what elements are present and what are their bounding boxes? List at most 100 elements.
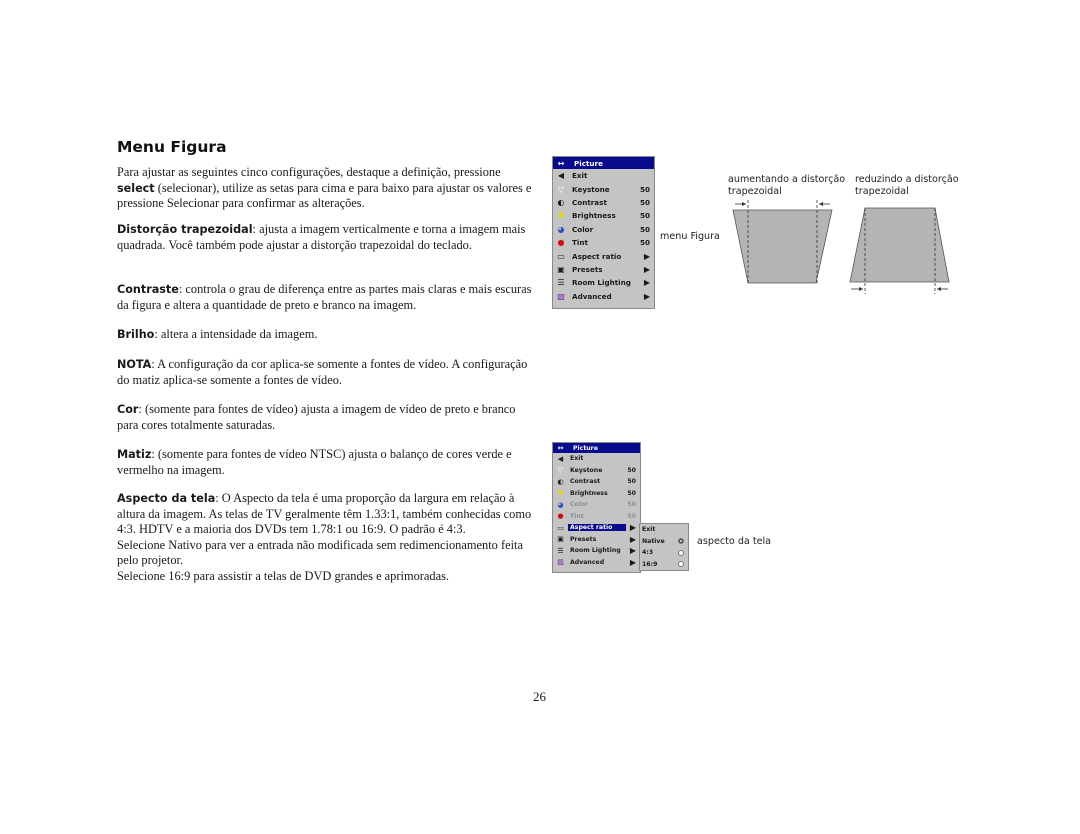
select-term: select xyxy=(117,181,155,195)
keystone-icon: ▽ xyxy=(557,466,564,475)
menu-item-exit[interactable]: ◀ Exit xyxy=(553,169,654,182)
page-number: 26 xyxy=(533,689,546,704)
presets-icon: ▣ xyxy=(557,535,564,544)
menu-item-room-lighting[interactable]: ☰ Room Lighting ▶ xyxy=(553,276,654,289)
radio-icon[interactable] xyxy=(678,549,684,556)
submenu-arrow-icon: ▶ xyxy=(629,557,636,567)
menu-item-label: Presets xyxy=(570,535,597,543)
menu-item-value: 50 xyxy=(639,184,650,194)
caption-line: reduzindo a distorção xyxy=(855,174,959,185)
menu-item-color[interactable]: ◕ Color 50 xyxy=(553,223,654,236)
contrast-term: Contraste xyxy=(117,283,179,296)
submenu-item-16-9[interactable]: 16:9 xyxy=(640,559,688,571)
presets-icon: ▣ xyxy=(557,264,565,274)
menu-item-label: Keystone xyxy=(570,466,603,474)
menu-item-label: Tint xyxy=(572,238,588,248)
menu-header: ↔ Picture xyxy=(553,157,654,169)
brightness-paragraph: Brilho: altera a intensidade da imagem. xyxy=(117,327,532,343)
aspect-term: Aspecto da tela xyxy=(117,492,216,505)
intro-text: Para ajustar as seguintes cinco configur… xyxy=(117,165,501,179)
keystone-paragraph: Distorção trapezoidal: ajusta a imagem v… xyxy=(117,222,532,253)
menu-item-contrast[interactable]: ◐ Contrast 50 xyxy=(553,476,640,488)
picture-menu-aspect: ↔ Picture ◀ Exit ▽ Keystone 50 ◐ Contrast 50 … xyxy=(552,442,641,573)
decrease-keystone-diagram xyxy=(849,207,950,294)
menu-item-color[interactable]: ◕ Color 50 xyxy=(553,499,640,511)
menu-item-label: Brightness xyxy=(572,211,616,221)
back-arrow-icon: ◀ xyxy=(557,171,565,181)
brightness-text: : altera a intensidade da imagem. xyxy=(154,327,318,341)
menu-item-tint[interactable]: ● Tint 50 xyxy=(553,511,640,523)
menu-item-room-lighting[interactable]: ☰ Room Lighting ▶ xyxy=(553,545,640,557)
aspect-ratio-submenu: Exit Native 4:3 16:9 xyxy=(639,523,689,571)
menu-item-contrast[interactable]: ◐ Contrast 50 xyxy=(553,196,654,209)
submenu-item-4-3[interactable]: 4:3 xyxy=(640,547,688,559)
intro-paragraph: Para ajustar as seguintes cinco configur… xyxy=(117,165,532,212)
arrow-right-head xyxy=(742,202,746,206)
submenu-arrow-icon: ▶ xyxy=(643,264,650,274)
menu-item-exit[interactable]: ◀ Exit xyxy=(553,453,640,465)
menu-item-label: Exit xyxy=(570,455,584,463)
advanced-icon: ▨ xyxy=(557,291,565,301)
submenu-item-label: Exit xyxy=(642,526,656,534)
menu-item-brightness[interactable]: ✺ Brightness 50 xyxy=(553,209,654,222)
brightness-icon: ✺ xyxy=(557,211,565,221)
menu-item-brightness[interactable]: ✺ Brightness 50 xyxy=(553,488,640,500)
radio-selected-icon[interactable] xyxy=(678,538,684,545)
menu-item-value: 50 xyxy=(627,489,636,497)
room-lighting-icon: ☰ xyxy=(557,546,564,555)
menu-item-advanced[interactable]: ▨ Advanced ▶ xyxy=(553,557,640,569)
caption-line: aumentando a distorção xyxy=(728,174,846,185)
menu-item-aspect-ratio[interactable]: ▭ Aspect ratio ▶ xyxy=(553,522,640,534)
increase-keystone-diagram xyxy=(732,200,833,284)
color-icon: ◕ xyxy=(557,500,564,509)
aspect-ratio-icon: ▭ xyxy=(557,251,565,261)
menu-item-presets[interactable]: ▣ Presets ▶ xyxy=(553,534,640,546)
contrast-paragraph: Contraste: controla o grau de diferença … xyxy=(117,282,532,313)
contrast-icon: ◐ xyxy=(557,477,564,486)
menu-item-keystone[interactable]: ▽ Keystone 50 xyxy=(553,465,640,477)
aspect-ratio-caption: aspecto da tela xyxy=(697,536,772,547)
color-icon: ◕ xyxy=(557,224,565,234)
contrast-text: : controla o grau de diferença entre as … xyxy=(117,282,532,312)
tint-paragraph: Matiz: (somente para fontes de vídeo NTS… xyxy=(117,447,532,478)
submenu-item-label: 16:9 xyxy=(642,560,658,568)
keystone-diagrams xyxy=(732,200,950,294)
menu-item-keystone[interactable]: ▽ Keystone 50 xyxy=(553,182,654,195)
aspect-ratio-icon: ▭ xyxy=(557,523,564,532)
menu-item-label: Advanced xyxy=(570,558,605,566)
color-text: : (somente para fontes de vídeo) ajusta … xyxy=(117,402,516,432)
menu-item-advanced[interactable]: ▨ Advanced ▶ xyxy=(553,290,654,303)
radio-icon[interactable] xyxy=(678,561,684,568)
tint-icon: ● xyxy=(557,238,565,248)
keystone-icon: ▽ xyxy=(557,184,565,194)
menu-item-aspect-ratio[interactable]: ▭ Aspect ratio ▶ xyxy=(553,249,654,262)
tint-text: : (somente para fontes de vídeo NTSC) aj… xyxy=(117,447,512,477)
menu-item-value: 50 xyxy=(627,512,636,520)
arrow-left-head xyxy=(819,202,823,206)
menu-item-label: Color xyxy=(570,501,589,509)
submenu-arrow-icon: ▶ xyxy=(629,534,636,544)
submenu-arrow-icon: ▶ xyxy=(629,546,636,556)
menu-item-label-selected: Aspect ratio xyxy=(568,524,627,532)
advanced-icon: ▨ xyxy=(557,558,564,567)
menu-item-value: 50 xyxy=(639,211,650,221)
submenu-item-exit[interactable]: Exit xyxy=(640,524,688,536)
submenu-item-label: 4:3 xyxy=(642,549,654,557)
submenu-item-label: Native xyxy=(642,537,665,545)
menu-item-value: 50 xyxy=(639,197,650,207)
color-paragraph: Cor: (somente para fontes de vídeo) ajus… xyxy=(117,402,532,433)
tint-icon: ● xyxy=(557,512,564,521)
submenu-item-native[interactable]: Native xyxy=(640,536,688,548)
submenu-arrow-icon: ▶ xyxy=(629,523,636,533)
menu-item-tint[interactable]: ● Tint 50 xyxy=(553,236,654,249)
menu-item-label: Keystone xyxy=(572,184,610,194)
menu-item-value: 50 xyxy=(639,238,650,248)
note-term: NOTA xyxy=(117,358,152,371)
move-icon: ↔ xyxy=(557,158,565,168)
keystone-term: Distorção trapezoidal xyxy=(117,223,253,236)
menu-item-label: Presets xyxy=(572,264,603,274)
intro-text-end: (selecionar), utilize as setas para cima… xyxy=(117,180,532,211)
menu-figure-caption: menu Figura xyxy=(660,231,720,242)
menu-item-presets[interactable]: ▣ Presets ▶ xyxy=(553,263,654,276)
page-title: Menu Figura xyxy=(117,138,227,156)
